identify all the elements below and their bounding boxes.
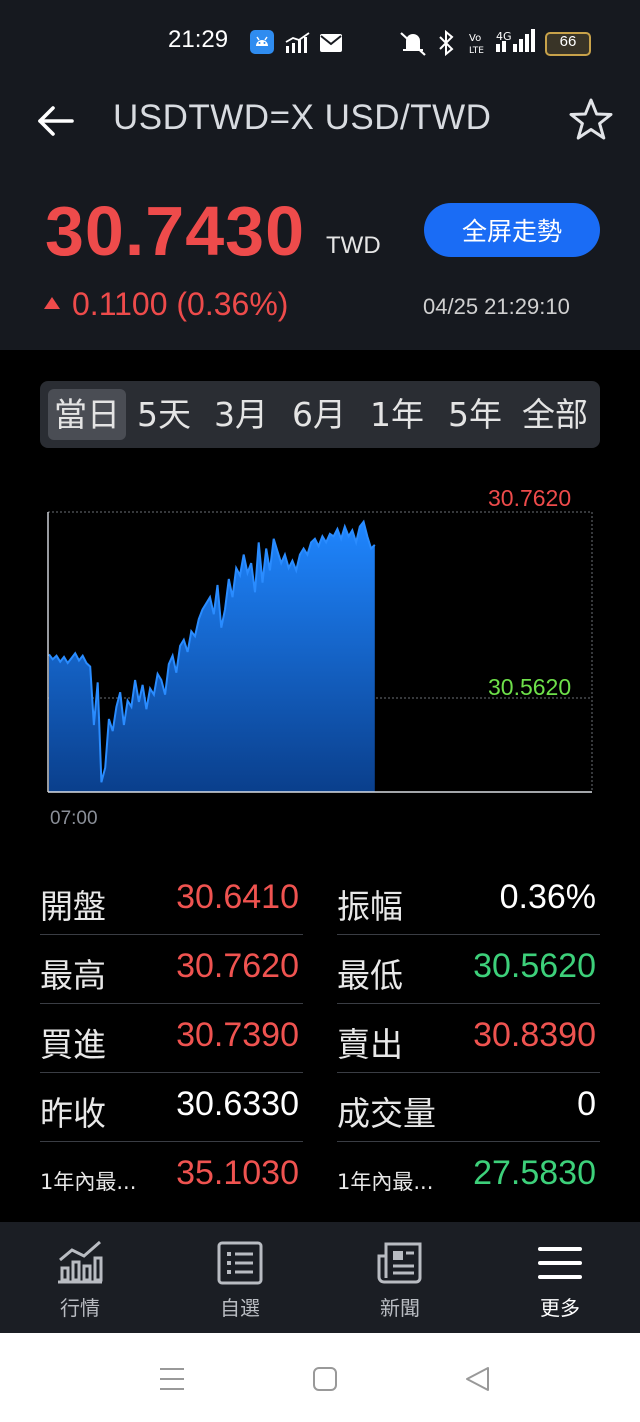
stat-value: 35.1030 [176, 1154, 299, 1192]
stat-amplitude: 振幅 0.36% [337, 866, 600, 935]
stat-value: 30.7620 [176, 947, 299, 985]
stat-52w-high: 1年內最... 35.1030 [40, 1142, 303, 1210]
tab-1-year[interactable]: 1年 [360, 381, 434, 448]
price-area [49, 521, 375, 792]
intraday-price-chart[interactable] [0, 470, 640, 840]
range-tabs: 當日 5天 3月 6月 1年 5年 全部 [40, 381, 600, 448]
nav-watchlist[interactable]: 自選 [160, 1222, 320, 1333]
stats-row: 昨收 30.6330 成交量 0 [40, 1073, 600, 1142]
stat-52w-low: 1年內最... 27.5830 [337, 1142, 600, 1210]
stat-value: 30.7390 [176, 1016, 299, 1054]
status-bar: 21:29 Vo LTE 4G 66 [0, 0, 640, 84]
stat-ask: 賣出 30.8390 [337, 1004, 600, 1073]
battery-icon: 66 [545, 32, 591, 56]
bottom-nav: 行情 自選 新聞 更多 [0, 1222, 640, 1333]
stat-value: 0.36% [499, 878, 596, 916]
stat-value: 30.5620 [473, 947, 596, 985]
current-price: 30.7430 [45, 192, 306, 270]
stat-value: 0 [577, 1085, 596, 1123]
stats-row: 開盤 30.6410 振幅 0.36% [40, 866, 600, 935]
stat-label: 振幅 [337, 887, 403, 926]
page-title: USDTWD=X USD/TWD [113, 98, 492, 137]
stock-signal-icon [285, 32, 310, 53]
stat-value: 30.8390 [473, 1016, 596, 1054]
stat-value: 27.5830 [473, 1154, 596, 1192]
nav-label: 更多 [540, 1296, 580, 1320]
tab-all[interactable]: 全部 [514, 381, 596, 448]
stat-label: 1年內最... [337, 1170, 434, 1194]
stat-label: 開盤 [40, 887, 106, 926]
home-icon[interactable] [312, 1366, 338, 1392]
stat-label: 成交量 [337, 1094, 436, 1133]
nav-label: 行情 [60, 1296, 100, 1320]
news-icon [377, 1242, 422, 1284]
volte-icon: Vo LTE [469, 33, 484, 56]
nav-news[interactable]: 新聞 [320, 1222, 480, 1333]
tab-5-days[interactable]: 5天 [128, 381, 200, 448]
stat-open: 開盤 30.6410 [40, 866, 303, 935]
up-triangle-icon [44, 297, 60, 309]
stat-label: 買進 [40, 1025, 106, 1064]
stat-label: 賣出 [337, 1025, 403, 1064]
tab-5-years[interactable]: 5年 [438, 381, 512, 448]
stat-prev-close: 昨收 30.6330 [40, 1073, 303, 1142]
nav-label: 自選 [220, 1296, 260, 1320]
market-chart-icon [58, 1240, 103, 1284]
stat-label: 最低 [337, 956, 403, 995]
watchlist-icon [217, 1241, 263, 1285]
mute-bell-icon [400, 32, 426, 56]
tab-6-months[interactable]: 6月 [282, 381, 356, 448]
stat-label: 昨收 [40, 1094, 106, 1133]
system-nav-bar [0, 1333, 640, 1422]
price-change: 0.1100 (0.36%) [44, 286, 288, 323]
chart-high-label: 30.7620 [488, 485, 572, 511]
fullscreen-chart-button[interactable]: 全屏走勢 [424, 203, 600, 257]
recent-apps-icon[interactable] [158, 1366, 186, 1392]
signal-4g-icon: 4G [496, 29, 535, 52]
quote-timestamp: 04/25 21:29:10 [423, 294, 570, 319]
back-arrow-icon[interactable] [36, 104, 76, 138]
mail-icon [320, 34, 342, 52]
status-time: 21:29 [168, 26, 229, 53]
price-change-value: 0.1100 (0.36%) [72, 286, 289, 322]
stats-row: 1年內最... 35.1030 1年內最... 27.5830 [40, 1142, 600, 1211]
tab-3-months[interactable]: 3月 [204, 381, 278, 448]
stats-row: 最高 30.7620 最低 30.5620 [40, 935, 600, 1004]
battery-level: 66 [559, 33, 577, 50]
stat-volume: 成交量 0 [337, 1073, 600, 1142]
svg-text:LTE: LTE [469, 46, 484, 56]
favorite-star-icon[interactable] [568, 97, 614, 143]
stat-bid: 買進 30.7390 [40, 1004, 303, 1073]
tab-intraday[interactable]: 當日 [48, 389, 126, 440]
price-currency: TWD [326, 232, 381, 259]
chart-low-label: 30.5620 [488, 674, 572, 700]
stat-label: 最高 [40, 956, 106, 995]
svg-text:Vo: Vo [469, 33, 481, 44]
nav-label: 新聞 [380, 1296, 420, 1320]
stat-value: 30.6410 [176, 878, 299, 916]
nav-market[interactable]: 行情 [0, 1222, 160, 1333]
bluetooth-icon [439, 30, 454, 56]
back-triangle-icon[interactable] [464, 1366, 492, 1392]
stat-low: 最低 30.5620 [337, 935, 600, 1004]
stat-label: 1年內最... [40, 1170, 137, 1194]
stat-high: 最高 30.7620 [40, 935, 303, 1004]
stats-row: 買進 30.7390 賣出 30.8390 [40, 1004, 600, 1073]
chart-start-time: 07:00 [50, 808, 98, 829]
menu-icon [538, 1247, 582, 1279]
nav-more[interactable]: 更多 [480, 1222, 640, 1333]
android-app-icon [250, 30, 274, 54]
stat-value: 30.6330 [176, 1085, 299, 1123]
